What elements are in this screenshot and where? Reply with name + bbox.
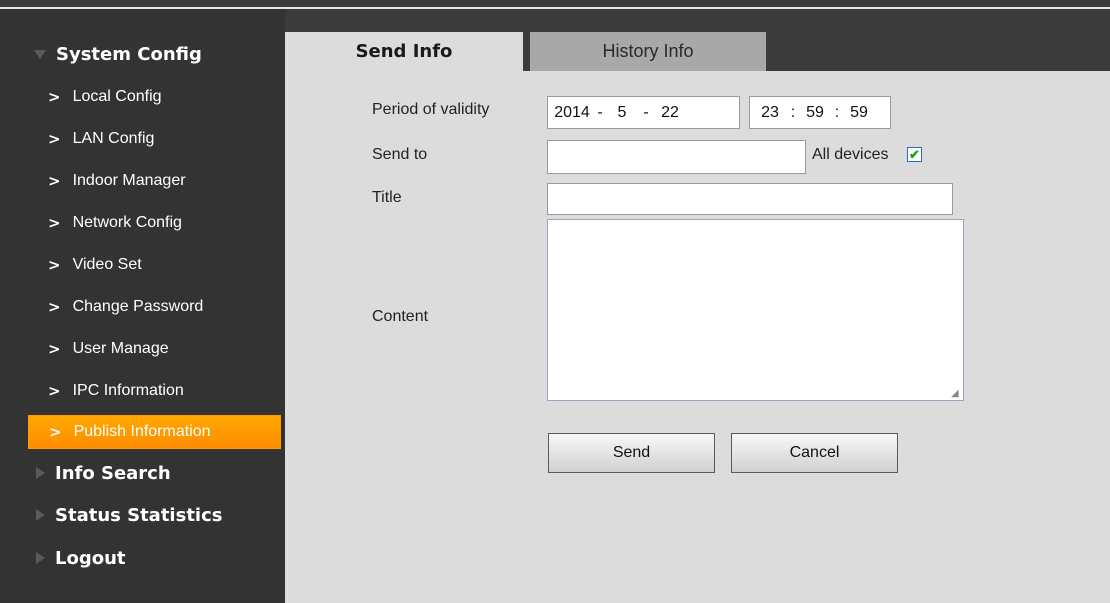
- day-value: 22: [661, 103, 679, 121]
- sidebar-item-indoor-manager[interactable]: > Indoor Manager: [0, 164, 285, 198]
- sidebar-item-local-config[interactable]: > Local Config: [0, 80, 285, 114]
- content-label: Content: [372, 308, 429, 325]
- checkmark-icon: ✔: [909, 147, 920, 162]
- top-bar: [0, 0, 1110, 7]
- chevron-right-icon: >: [48, 130, 61, 148]
- send-to-input[interactable]: [547, 140, 806, 174]
- all-devices-label: All devices: [812, 146, 889, 163]
- sidebar: System Config > Local Config > LAN Confi…: [0, 9, 285, 603]
- resize-grip-icon[interactable]: ◢: [951, 389, 961, 399]
- section-status-statistics[interactable]: Status Statistics: [0, 495, 285, 535]
- collapsed-triangle-icon: [36, 509, 45, 521]
- sidebar-item-label: LAN Config: [72, 130, 155, 147]
- sidebar-item-video-set[interactable]: > Video Set: [0, 248, 285, 282]
- tab-history-info[interactable]: History Info: [530, 32, 766, 71]
- tab-send-info[interactable]: Send Info: [285, 32, 523, 71]
- sidebar-item-label: Local Config: [72, 88, 162, 105]
- minute-value: 59: [806, 103, 824, 121]
- section-label: System Config: [56, 43, 202, 65]
- chevron-right-icon: >: [48, 256, 61, 274]
- hour-value: 23: [761, 103, 779, 121]
- second-value: 59: [850, 103, 868, 121]
- sidebar-item-ipc-information[interactable]: > IPC Information: [0, 374, 285, 408]
- sidebar-item-label: User Manage: [72, 340, 169, 357]
- main-panel: Send Info History Info Period of validit…: [285, 9, 1110, 603]
- chevron-right-icon: >: [48, 298, 61, 316]
- cancel-button[interactable]: Cancel: [731, 433, 898, 473]
- time-field[interactable]: 23 : 59 : 59: [749, 96, 891, 129]
- chevron-right-icon: >: [48, 340, 61, 358]
- date-separator: -: [643, 103, 649, 121]
- collapsed-triangle-icon: [36, 467, 45, 479]
- sidebar-item-publish-information[interactable]: > Publish Information: [28, 415, 281, 449]
- section-logout[interactable]: Logout: [0, 538, 285, 578]
- sidebar-item-user-manage[interactable]: > User Manage: [0, 332, 285, 366]
- all-devices-checkbox[interactable]: ✔: [907, 147, 922, 162]
- section-label: Info Search: [55, 462, 171, 484]
- sidebar-item-label: Indoor Manager: [72, 172, 186, 189]
- section-info-search[interactable]: Info Search: [0, 453, 285, 493]
- time-separator: :: [834, 103, 840, 121]
- chevron-right-icon: >: [48, 214, 61, 232]
- chevron-right-icon: >: [48, 88, 61, 106]
- sidebar-item-change-password[interactable]: > Change Password: [0, 290, 285, 324]
- send-to-label: Send to: [372, 146, 428, 163]
- period-of-validity-label: Period of validity: [372, 101, 490, 118]
- sidebar-item-label: Publish Information: [73, 423, 211, 440]
- section-label: Status Statistics: [55, 504, 223, 526]
- title-label: Title: [372, 189, 402, 206]
- sidebar-item-label: Video Set: [72, 256, 142, 273]
- month-value: 5: [617, 103, 627, 121]
- sidebar-item-label: Change Password: [72, 298, 204, 315]
- year-value: 2014: [554, 103, 590, 121]
- section-label: Logout: [55, 547, 126, 569]
- collapsed-triangle-icon: [36, 552, 45, 564]
- chevron-right-icon: >: [48, 172, 61, 190]
- sidebar-item-lan-config[interactable]: > LAN Config: [0, 122, 285, 156]
- time-separator: :: [790, 103, 796, 121]
- date-separator: -: [597, 103, 603, 121]
- send-button[interactable]: Send: [548, 433, 715, 473]
- section-system-config[interactable]: System Config: [0, 34, 285, 74]
- title-input[interactable]: [547, 183, 953, 215]
- content-textarea[interactable]: [547, 219, 964, 401]
- chevron-right-icon: >: [49, 423, 62, 441]
- sidebar-item-label: Network Config: [72, 214, 182, 231]
- expanded-triangle-icon: [34, 49, 46, 59]
- date-field[interactable]: 2014 - 5 - 22: [547, 96, 740, 129]
- chevron-right-icon: >: [48, 382, 61, 400]
- tab-bar: Send Info History Info: [285, 9, 1110, 71]
- sidebar-item-network-config[interactable]: > Network Config: [0, 206, 285, 240]
- sidebar-item-label: IPC Information: [72, 382, 184, 399]
